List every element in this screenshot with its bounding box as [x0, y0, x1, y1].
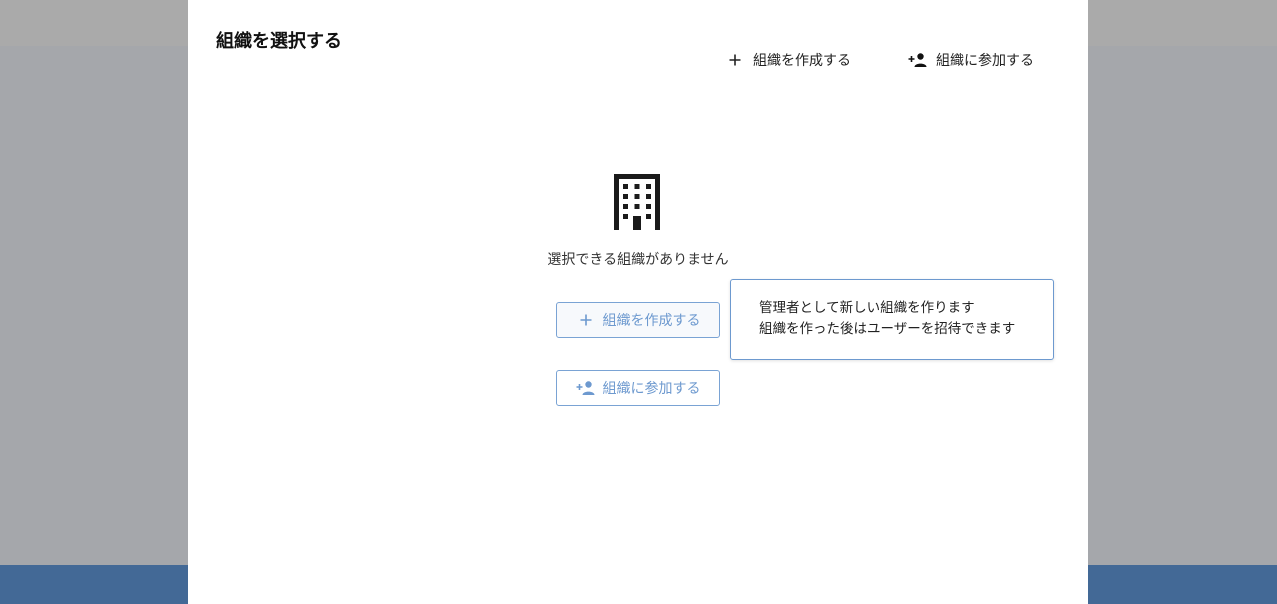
create-organization-label: 組織を作成する: [602, 313, 701, 329]
header-join-organization-label: 組織に参加する: [936, 53, 1034, 69]
header-create-organization-button[interactable]: 組織を作成する: [725, 49, 851, 71]
dialog-title: 組織を選択する: [216, 31, 342, 52]
header-join-organization-button[interactable]: 組織に参加する: [908, 49, 1034, 71]
plus-icon: [576, 310, 596, 330]
tooltip-line-2: 組織を作った後はユーザーを招待できます: [759, 321, 1016, 337]
person-add-icon: [576, 378, 596, 398]
empty-state-message: 選択できる組織がありません: [547, 252, 729, 268]
tooltip-line-1: 管理者として新しい組織を作ります: [759, 300, 975, 316]
plus-icon: [725, 50, 745, 70]
join-organization-button[interactable]: 組織に参加する: [556, 370, 720, 406]
select-organization-dialog: 組織を選択する 組織を作成する 組織に参加する 選択できる組織がありません 組織…: [188, 0, 1088, 604]
create-organization-button[interactable]: 組織を作成する: [556, 302, 720, 338]
create-organization-tooltip: 管理者として新しい組織を作ります 組織を作った後はユーザーを招待できます: [730, 279, 1054, 360]
building-icon: [612, 172, 662, 232]
person-add-icon: [908, 50, 928, 70]
header-create-organization-label: 組織を作成する: [753, 53, 851, 69]
join-organization-label: 組織に参加する: [602, 381, 701, 397]
